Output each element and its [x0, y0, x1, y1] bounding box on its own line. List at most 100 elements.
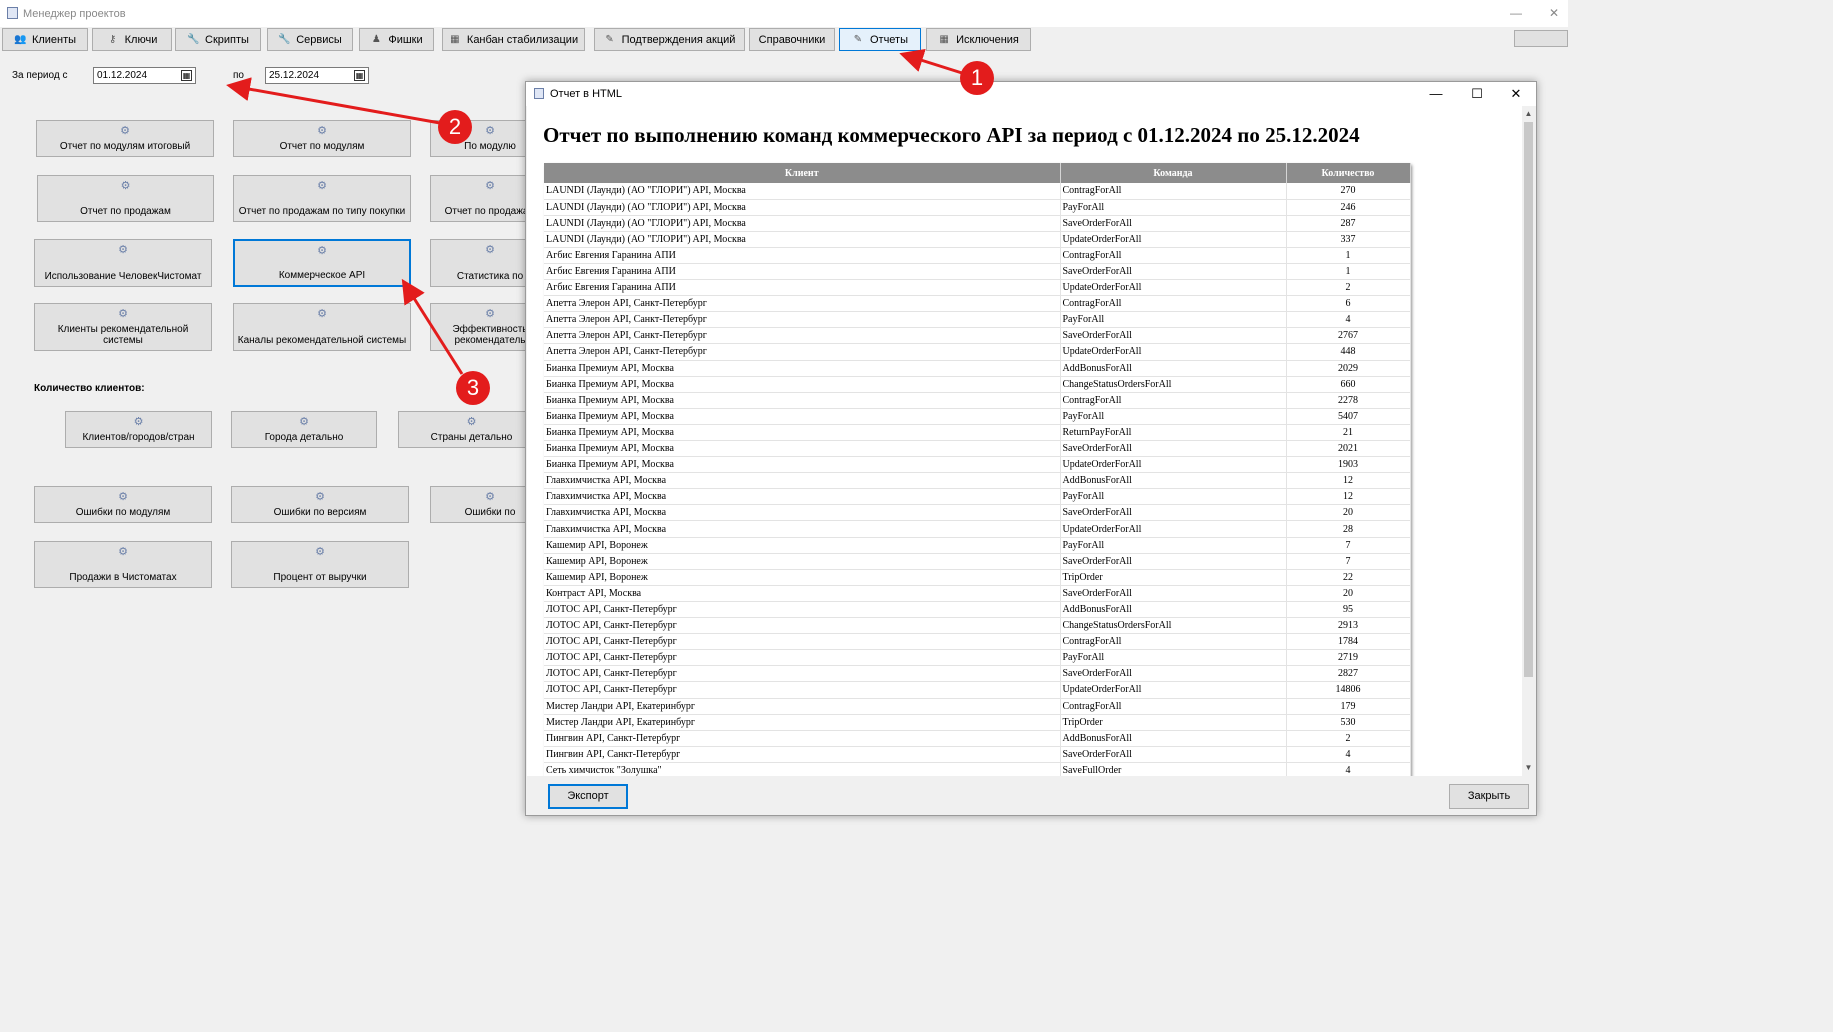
tab-label: Ключи [124, 33, 158, 46]
date-from-input[interactable]: 01.12.2024 ▦ [93, 67, 196, 84]
report-button[interactable]: ⚙ Ошибки по версиям [231, 486, 409, 523]
count-cell: 530 [1286, 714, 1411, 731]
count-cell: 2029 [1286, 360, 1411, 377]
chips-icon: ♟ [371, 34, 381, 45]
toolbar-overflow-button[interactable] [1514, 30, 1568, 47]
report-button[interactable]: ⚙ Использование ЧеловекЧистомат [34, 239, 212, 287]
tab-label: Сервисы [296, 33, 342, 46]
command-cell: UpdateOrderForAll [1060, 520, 1287, 538]
tab-4[interactable]: ♟ Фишки [359, 28, 434, 51]
calendar-icon[interactable]: ▦ [181, 70, 192, 81]
dialog-maximize-button[interactable]: ☐ [1462, 85, 1492, 103]
report-button[interactable]: ⚙ Отчет по продажам по типу покупки [233, 175, 411, 222]
tab-0[interactable]: 👥 Клиенты [2, 28, 88, 51]
table-row: Агбис Евгения Гаранина АПИ UpdateOrderFor… [544, 279, 1411, 297]
count-cell: 1 [1286, 247, 1411, 264]
tab-7[interactable]: Справочники [749, 28, 835, 51]
tab-1[interactable]: ⚷ Ключи [92, 28, 172, 51]
report-gear-icon: ⚙ [120, 125, 130, 137]
table-row: Сеть химчисток "Золушка" SaveFullOrder 4 [544, 762, 1411, 776]
command-cell: UpdateOrderForAll [1060, 681, 1287, 699]
report-button[interactable]: ⚙ Страны детально [398, 411, 545, 448]
close-button[interactable]: ✕ [1544, 5, 1564, 21]
table-row: Контраст API, Москва SaveOrderForAll 20 [544, 585, 1411, 602]
report-button[interactable]: ⚙ Отчет по продажам [37, 175, 214, 222]
callout-2: 2 [438, 110, 472, 144]
client-cell: Апетта Элерон API, Санкт-Петербург [544, 311, 1061, 329]
close-dialog-button[interactable]: Закрыть [1449, 784, 1529, 809]
command-cell: SaveOrderForAll [1060, 440, 1287, 458]
count-cell: 2827 [1286, 665, 1411, 683]
clients-section-label: Количество клиентов: [34, 383, 145, 394]
report-button[interactable]: ⚙ Отчет по модулям итоговый [36, 120, 214, 157]
window-title: Менеджер проектов [23, 8, 126, 20]
report-button[interactable]: ⚙ Отчет по модулям [233, 120, 411, 157]
client-cell: Главхимчистка API, Москва [544, 520, 1061, 538]
command-cell: SaveOrderForAll [1060, 504, 1287, 522]
client-cell: Апетта Элерон API, Санкт-Петербург [544, 343, 1061, 361]
client-cell: Контраст API, Москва [544, 585, 1061, 602]
period-to-label: по [233, 70, 244, 81]
tabs-toolbar: 👥 Клиенты ⚷ Ключи 🔧 Скрипты 🔧 Сервисы ♟ Фишки ▦ Кан… [0, 27, 1568, 55]
tab-9[interactable]: ▦ Исключения [926, 28, 1031, 51]
vertical-scrollbar[interactable]: ▲ ▼ [1522, 106, 1535, 776]
report-button[interactable]: ⚙ Города детально [231, 411, 377, 448]
key-icon: ⚷ [108, 34, 117, 45]
tab-2[interactable]: 🔧 Скрипты [175, 28, 261, 51]
command-cell: SaveOrderForAll [1060, 665, 1287, 683]
table-row: Кашемир API, Воронеж PayForAll 7 [544, 537, 1411, 554]
calendar-icon[interactable]: ▦ [354, 70, 365, 81]
tab-5[interactable]: ▦ Канбан стабилизации [442, 28, 585, 51]
tab-label: Скрипты [205, 33, 249, 46]
report-viewport[interactable]: Отчет по выполнению команд коммерческого… [527, 106, 1535, 776]
report-button[interactable]: ⚙ Клиентов/городов/стран [65, 411, 212, 448]
report-gear-icon: ⚙ [317, 180, 327, 192]
app-icon [7, 7, 18, 19]
table-row: LAUNDI (Лаунди) (АО "ГЛОРИ") API, Москва… [544, 231, 1411, 248]
table-row: Бианка Премиум API, Москва UpdateOrderFor… [544, 456, 1411, 474]
command-cell: AddBonusForAll [1060, 601, 1287, 619]
command-cell: SaveOrderForAll [1060, 585, 1287, 602]
report-gear-icon: ⚙ [317, 245, 327, 257]
command-cell: TripOrder [1060, 714, 1287, 731]
command-cell: ContragForAll [1060, 183, 1287, 200]
table-header-row: Клиент Команда Количество [544, 163, 1411, 183]
tab-3[interactable]: 🔧 Сервисы [267, 28, 353, 51]
scroll-down-icon[interactable]: ▼ [1522, 762, 1535, 774]
report-button[interactable]: ⚙ Ошибки по модулям [34, 486, 212, 523]
tab-6[interactable]: ✎ Подтверждения акций [594, 28, 745, 51]
minimize-button[interactable]: — [1506, 5, 1526, 21]
export-button[interactable]: Экспорт [548, 784, 628, 809]
command-cell: PayForAll [1060, 649, 1287, 667]
report-button[interactable]: ⚙ Продажи в Чистоматах [34, 541, 212, 588]
report-button[interactable]: ⚙ Клиенты рекомендательной системы [34, 303, 212, 351]
tab-label: Исключения [956, 33, 1019, 46]
command-cell: PayForAll [1060, 199, 1287, 216]
report-button[interactable]: ⚙ Процент от выручки [231, 541, 409, 588]
table-row: Апетта Элерон API, Санкт-Петербург Update… [544, 343, 1411, 361]
date-to-input[interactable]: 25.12.2024 ▦ [265, 67, 369, 84]
scrollbar-thumb[interactable] [1524, 122, 1533, 677]
table-row: Бианка Премиум API, Москва ReturnPayForAl… [544, 424, 1411, 442]
command-cell: ChangeStatusOrdersForAll [1060, 617, 1287, 635]
table-row: ЛОТОС API, Санкт-Петербург ChangeStatusOr… [544, 617, 1411, 635]
table-body: LAUNDI (Лаунди) (АО "ГЛОРИ") API, Москва… [544, 183, 1411, 776]
kanban-icon: ▦ [450, 34, 460, 45]
scroll-up-icon[interactable]: ▲ [1522, 108, 1535, 120]
command-cell: TripOrder [1060, 569, 1287, 586]
client-cell: Кашемир API, Воронеж [544, 553, 1061, 570]
table-row: LAUNDI (Лаунди) (АО "ГЛОРИ") API, Москва… [544, 199, 1411, 216]
dialog-close-button[interactable]: ✕ [1501, 85, 1531, 103]
table-row: LAUNDI (Лаунди) (АО "ГЛОРИ") API, Москва… [544, 215, 1411, 232]
command-cell: ContragForAll [1060, 698, 1287, 715]
report-button[interactable]: ⚙ Каналы рекомендательной системы [233, 303, 411, 351]
report-button-label: Страны детально [430, 432, 513, 443]
table-row: Бианка Премиум API, Москва SaveOrderForAl… [544, 440, 1411, 458]
dialog-titlebar: Отчет в HTML — ☐ ✕ [526, 82, 1536, 106]
count-cell: 2 [1286, 730, 1411, 747]
tab-8[interactable]: ✎ Отчеты [839, 28, 921, 51]
command-cell: SaveOrderForAll [1060, 215, 1287, 232]
command-cell: SaveOrderForAll [1060, 263, 1287, 281]
dialog-minimize-button[interactable]: — [1421, 85, 1451, 103]
report-button[interactable]: ⚙ Коммерческое API [233, 239, 411, 287]
